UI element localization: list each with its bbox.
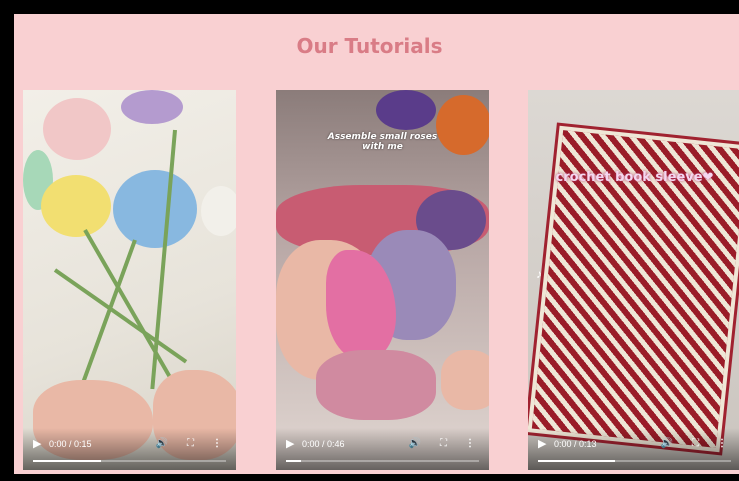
section-title: Our Tutorials: [296, 34, 443, 58]
volume-icon[interactable]: 🔊: [661, 438, 673, 450]
progress-bar[interactable]: [286, 460, 479, 462]
video-player-2[interactable]: Assemble small roses with me ▶ 0:00 / 0:…: [276, 90, 489, 470]
rose-bunch: [316, 350, 436, 420]
more-icon[interactable]: ⋮: [717, 438, 727, 450]
video-controls: ▶ 0:00 / 0:13 🔊 ⛶ ⋮: [528, 428, 739, 470]
white-flower: [201, 186, 236, 236]
video-player-1[interactable]: ▶ 0:00 / 0:15 🔊 ⛶ ⋮: [23, 90, 236, 470]
play-icon[interactable]: ▶: [33, 438, 41, 450]
video-time: 0:00 / 0:13: [554, 439, 597, 449]
progress-bar[interactable]: [538, 460, 731, 462]
progress-fill: [286, 460, 302, 462]
top-border: [0, 2, 739, 6]
more-icon[interactable]: ⋮: [212, 438, 222, 450]
video-overlay-text: crochet book sleeve❤: [555, 170, 714, 185]
purple-flower: [121, 90, 183, 124]
fullscreen-icon[interactable]: ⛶: [440, 438, 447, 450]
progress-fill: [33, 460, 101, 462]
yellow-flower: [41, 175, 111, 237]
more-icon[interactable]: ⋮: [465, 438, 475, 450]
video-time: 0:00 / 0:15: [49, 439, 92, 449]
volume-icon[interactable]: 🔊: [156, 438, 168, 450]
blue-flower: [113, 170, 197, 248]
tiktok-icon: ♪: [536, 267, 542, 281]
video-overlay-text: Assemble small roses with me: [327, 132, 438, 152]
video-controls: ▶ 0:00 / 0:46 🔊 ⛶ ⋮: [276, 428, 489, 470]
pink-flower: [43, 98, 111, 160]
fullscreen-icon[interactable]: ⛶: [692, 438, 699, 450]
volume-icon[interactable]: 🔊: [409, 438, 421, 450]
fullscreen-icon[interactable]: ⛶: [187, 438, 194, 450]
progress-fill: [538, 460, 616, 462]
play-icon[interactable]: ▶: [538, 438, 546, 450]
video-time: 0:00 / 0:46: [302, 439, 345, 449]
video-player-3[interactable]: crochet book sleeve❤ ♪ ▶ 0:00 / 0:13 🔊 ⛶…: [528, 90, 739, 470]
progress-bar[interactable]: [33, 460, 226, 462]
hand: [441, 350, 489, 410]
purple-flower: [376, 90, 436, 130]
video-controls: ▶ 0:00 / 0:15 🔊 ⛶ ⋮: [23, 428, 236, 470]
play-icon[interactable]: ▶: [286, 438, 294, 450]
